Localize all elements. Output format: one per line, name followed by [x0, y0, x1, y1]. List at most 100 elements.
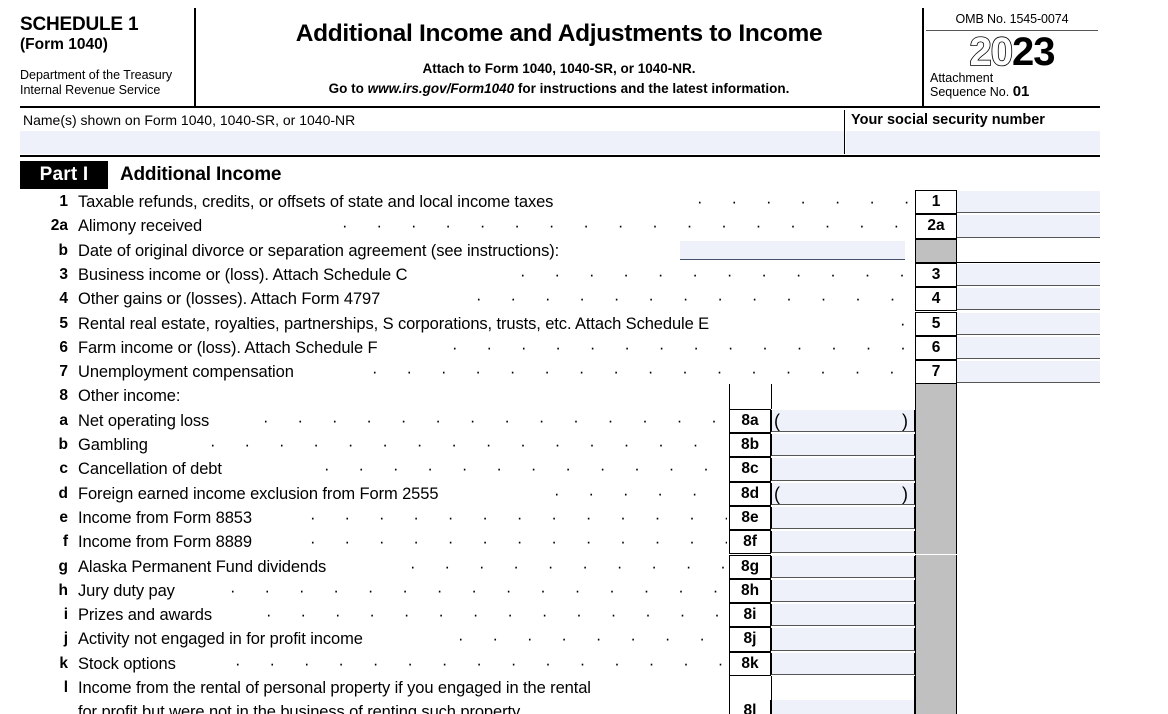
- sub-line-label-8g: Alaska Permanent Fund dividends: [78, 557, 327, 576]
- tax-year-short: 23: [1012, 30, 1055, 74]
- form-line-row: 5 Rental real estate, royalties, partners…: [20, 311, 1100, 336]
- amount-input-1[interactable]: [957, 191, 1100, 214]
- line-box-8h: 8h: [729, 578, 771, 604]
- dot-leader: · · · · · · · · · · · · · · · · · · · · …: [697, 193, 913, 211]
- dot-leader: · · · · · · · · · · · · · · · · · · · · …: [235, 654, 727, 673]
- dot-leader: · · · · · · · · · · · · · · · · · · · · …: [554, 484, 727, 503]
- blocked-cell: [915, 481, 957, 506]
- dot-leader: · · · · · · · · · · · · · · · · · · · · …: [263, 411, 727, 430]
- sub-line-number-8c: c: [59, 460, 68, 478]
- blocked-cell: [915, 676, 957, 714]
- name-cell: Name(s) shown on Form 1040, 1040-SR, or …: [20, 110, 845, 154]
- sub-line-label-8e: Income from Form 8853: [78, 508, 252, 527]
- sequence-no-value: 01: [1012, 83, 1030, 100]
- irs-url-link[interactable]: www.irs.gov/Form1040: [368, 81, 515, 96]
- other-income-row: a Net operating loss · · · · · · · · · · ·…: [20, 408, 1100, 433]
- line-number-5: 5: [59, 314, 68, 332]
- schedule-form-number: (Form 1040): [20, 36, 108, 53]
- tax-year: 2023: [924, 30, 1100, 74]
- dot-leader: · · · · · · · · · · · · · · · · · · · · …: [310, 533, 727, 552]
- sub-line-label-8c: Cancellation of debt: [78, 460, 222, 479]
- divorce-date-input[interactable]: [680, 240, 905, 260]
- amount-input-8g[interactable]: [771, 555, 915, 578]
- amount-input-4[interactable]: [957, 288, 1100, 311]
- amount-input-8i[interactable]: [771, 604, 915, 627]
- dot-leader: · · · · · · · · · · · · · · · · · · · · …: [458, 630, 727, 649]
- column-rule: [729, 676, 730, 701]
- header-omb-block: OMB No. 1545-0074 2023 Attachment Sequen…: [924, 8, 1100, 108]
- amount-input-7[interactable]: [957, 361, 1100, 384]
- amount-input-2a[interactable]: [957, 215, 1100, 238]
- identity-row: Name(s) shown on Form 1040, 1040-SR, or …: [20, 110, 1100, 157]
- ssn-cell: Your social security number: [845, 110, 1100, 154]
- dot-leader: · · · · · · · · · · · · · · · · · · · · …: [210, 436, 727, 454]
- sub-line-label-8a: Net operating loss: [78, 411, 210, 430]
- dot-leader: · · · · · · · · · · · · · · · · · · · · …: [520, 265, 913, 284]
- dot-leader: · · · · · · · · · · · · · · · · · · · · …: [230, 581, 727, 600]
- line-number-6: 6: [59, 338, 68, 356]
- amount-input-6[interactable]: [957, 336, 1100, 360]
- amount-input-8k[interactable]: [771, 652, 915, 675]
- sub-line-label-8j: Activity not engaged in for profit incom…: [78, 630, 363, 649]
- sub-line-number-8i: i: [63, 606, 68, 624]
- line-box-8a: 8a: [729, 408, 771, 433]
- line-number-4: 4: [59, 290, 68, 308]
- amount-input-5[interactable]: [957, 312, 1100, 335]
- paren-close: ): [902, 410, 908, 431]
- blocked-cell: [915, 238, 957, 263]
- line-box-8l: 8l: [729, 700, 771, 714]
- amount-input-8f[interactable]: [771, 531, 915, 554]
- dot-leader: · · · · · · · · · · · · · · · · · · · · …: [452, 338, 913, 357]
- dot-leader: · · · · · · · · · · · · · · · · · · · · …: [476, 290, 913, 309]
- line-box-8c: 8c: [729, 457, 771, 482]
- form-line-row: 3 Business income or (loss). Attach Sched…: [20, 262, 1100, 288]
- line-label-8: Other income:: [78, 387, 181, 406]
- part-1-tag: Part I: [20, 161, 108, 189]
- line-box-1: 1: [915, 190, 957, 215]
- line-number-8: 8: [59, 387, 68, 405]
- sub-line-number-8d: d: [58, 484, 68, 502]
- line-box-8f: 8f: [729, 530, 771, 555]
- form-line-row: 4 Other gains or (losses). Attach Form 47…: [20, 287, 1100, 312]
- tax-year-century: 20: [969, 30, 1014, 74]
- dot-leader: · · · · · · · · · · · · · · · · · · · · …: [372, 363, 913, 382]
- line-number-7: 7: [59, 363, 68, 381]
- dot-leader: · · · · · · · · · · · · · · · · · · · · …: [266, 606, 727, 625]
- form-main-title: Additional Income and Adjustments to Inc…: [295, 20, 823, 47]
- amount-input-8b[interactable]: [771, 434, 915, 457]
- ssn-input[interactable]: [846, 131, 1100, 154]
- name-label: Name(s) shown on Form 1040, 1040-SR, or …: [23, 112, 356, 128]
- amount-input-3[interactable]: [957, 263, 1100, 287]
- line-label-4: Other gains or (losses). Attach Form 479…: [78, 290, 381, 309]
- sub-line-number-8g: g: [58, 557, 68, 575]
- blocked-cell: [915, 627, 957, 652]
- line-number-3: 3: [59, 265, 68, 283]
- amount-input-8e[interactable]: [771, 506, 915, 530]
- header-left-block: SCHEDULE 1 (Form 1040) Department of the…: [20, 8, 196, 108]
- line-box-6: 6: [915, 335, 957, 361]
- line-number-1: 1: [59, 193, 68, 210]
- sub-line-number-8k: k: [59, 654, 68, 672]
- amount-input-8a[interactable]: [771, 409, 915, 432]
- amount-input-8j[interactable]: [771, 628, 915, 651]
- line-box-8j: 8j: [729, 627, 771, 652]
- amount-input-8c[interactable]: [771, 458, 915, 481]
- attachment-sequence: Attachment Sequence No. 01: [924, 71, 1100, 99]
- amount-input-8l[interactable]: [771, 700, 915, 714]
- line-number-b: b: [58, 241, 68, 259]
- form-line-row: 7 Unemployment compensation · · · · · · · …: [20, 360, 1100, 385]
- name-input[interactable]: [20, 131, 844, 154]
- line-label-2a: Alimony received: [78, 217, 203, 236]
- amount-input-8d[interactable]: [771, 482, 915, 505]
- part-1-title: Additional Income: [120, 164, 282, 185]
- other-income-row: e Income from Form 8853 · · · · · · · · · …: [20, 505, 1100, 531]
- amount-input-8h[interactable]: [771, 579, 915, 603]
- column-rule: [771, 384, 772, 409]
- line-label-b: Date of original divorce or separation a…: [78, 241, 560, 260]
- dot-leader: · · · · · · · · · · · · · · · · · · · · …: [900, 312, 913, 334]
- sub-line-number-8b: b: [58, 436, 68, 453]
- blocked-cell: [915, 530, 957, 555]
- goto-instruction: Go to www.irs.gov/Form1040 for instructi…: [196, 81, 922, 96]
- goto-suffix: for instructions and the latest informat…: [514, 81, 790, 96]
- paren-open: (: [774, 483, 780, 504]
